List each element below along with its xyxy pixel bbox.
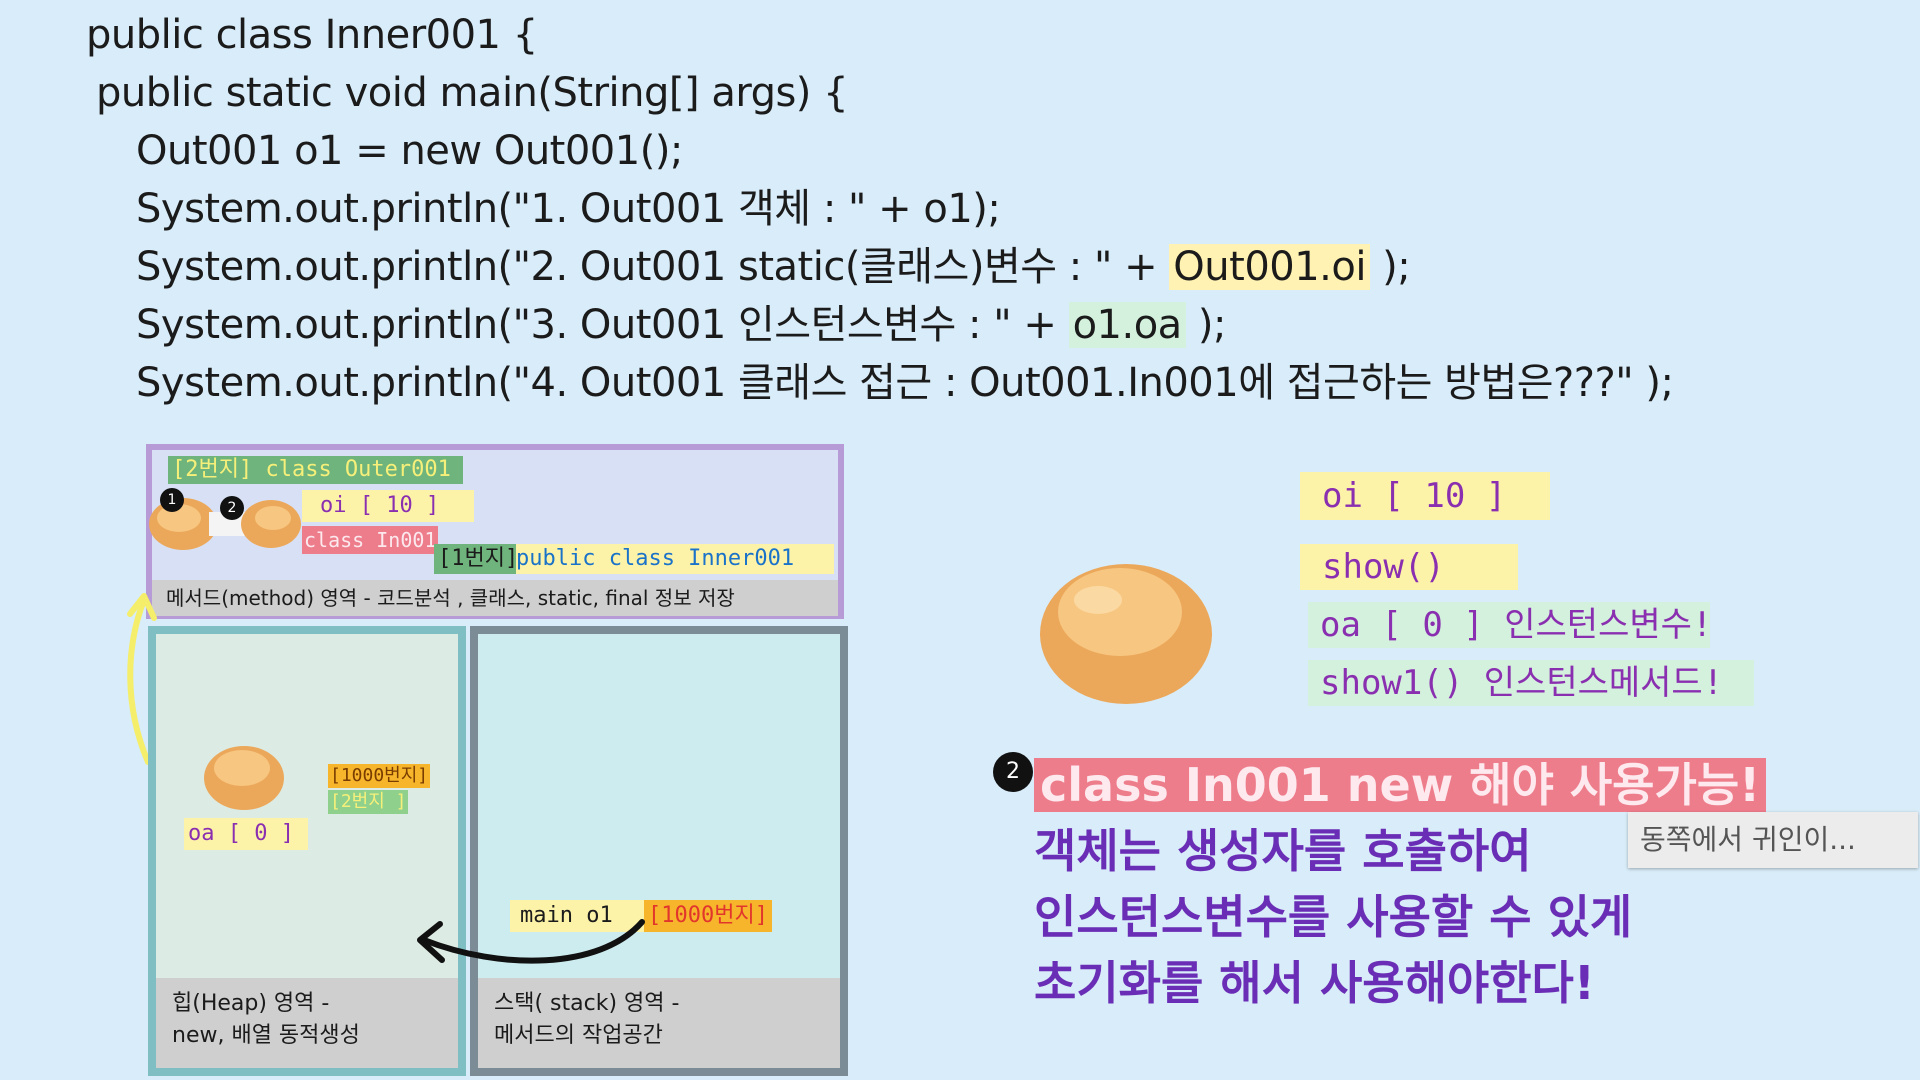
right-oi-tag: oi [ 10 ] [1300, 472, 1550, 520]
note-line-4: 초기화를 해서 사용해야한다! [1034, 956, 1595, 1010]
note-line-3: 인스턴스변수를 사용할 수 있게 [1034, 890, 1633, 944]
note-badge-2: 2 [993, 752, 1033, 792]
large-fortune-cookie-icon [1040, 564, 1212, 704]
stack-footer-line-1: 스택( stack) 영역 - [494, 991, 680, 1016]
note-block: class In001 new 해야 사용가능! 객체는 생성자를 호출하여 인… [1034, 752, 1767, 1016]
heap-address-2: [2번지 ] [328, 790, 409, 814]
code-line-4: System.out.println("1. Out001 객체 : " + o… [136, 186, 1001, 232]
stack-footer-line-2: 메서드의 작업공간 [494, 1023, 663, 1048]
badge-2: 2 [220, 496, 244, 520]
code-line-3: Out001 o1 = new Out001(); [136, 128, 683, 174]
right-show-tag: show() [1300, 544, 1518, 590]
heap-footer-line-1: 힙(Heap) 영역 - [172, 991, 330, 1016]
code-line-6-suffix: ); [1185, 302, 1227, 348]
oi-static-tag: oi [ 10 ] [302, 490, 474, 522]
method-area-footer: 메서드(method) 영역 - 코드분석 , 클래스, static, fin… [152, 580, 838, 616]
code-line-6-prefix: System.out.println("3. Out001 인스턴스변수 : "… [136, 302, 1069, 348]
code-line-5-prefix: System.out.println("2. Out001 static(클래스… [136, 244, 1170, 290]
right-show1-tag: show1() 인스턴스메서드! [1308, 660, 1754, 706]
inner001-class-tag: public class Inner001 [516, 544, 834, 574]
code-line-7: System.out.println("4. Out001 클래스 접근 : O… [136, 360, 1674, 406]
code-line-6: System.out.println("3. Out001 인스턴스변수 : "… [86, 296, 1673, 354]
reference-arrow-icon [417, 919, 645, 964]
tooltip-popup: 동쪽에서 귀인이... [1628, 812, 1918, 868]
code-line-5-suffix: ); [1369, 244, 1411, 290]
code-block: public class Inner001 { public static vo… [86, 6, 1674, 412]
main-o1-address: [1000번지] [644, 900, 772, 932]
outer-class-tag: [2번지] class Outer001 [168, 456, 463, 484]
inner001-address-tag: [1번지] [434, 544, 523, 574]
note-line-1: class In001 new 해야 사용가능! [1034, 758, 1767, 812]
right-oa-tag: oa [ 0 ] 인스턴스변수! [1308, 602, 1712, 648]
stack-footer: 스택( stack) 영역 - 메서드의 작업공간 [478, 978, 840, 1068]
heap-footer-line-2: new, 배열 동적생성 [172, 1023, 360, 1048]
code-highlight-static: Out001.oi [1169, 244, 1370, 290]
badge-1: 1 [160, 488, 184, 512]
code-line-2: public static void main(String[] args) { [96, 70, 849, 116]
oa-instance-tag: oa [ 0 ] [184, 818, 308, 850]
code-line-1: public class Inner001 { [86, 12, 538, 58]
heap-area: 힙(Heap) 영역 - new, 배열 동적생성 [148, 626, 466, 1076]
fortune-cookie-icon [204, 746, 284, 810]
code-line-5: System.out.println("2. Out001 static(클래스… [86, 238, 1673, 296]
heap-footer: 힙(Heap) 영역 - new, 배열 동적생성 [156, 978, 458, 1068]
code-highlight-instance: o1.oa [1068, 302, 1186, 348]
in001-class-tag: class In001 [302, 526, 439, 554]
stack-area: 스택( stack) 영역 - 메서드의 작업공간 [470, 626, 848, 1076]
heap-address-1000: [1000번지] [328, 764, 431, 788]
